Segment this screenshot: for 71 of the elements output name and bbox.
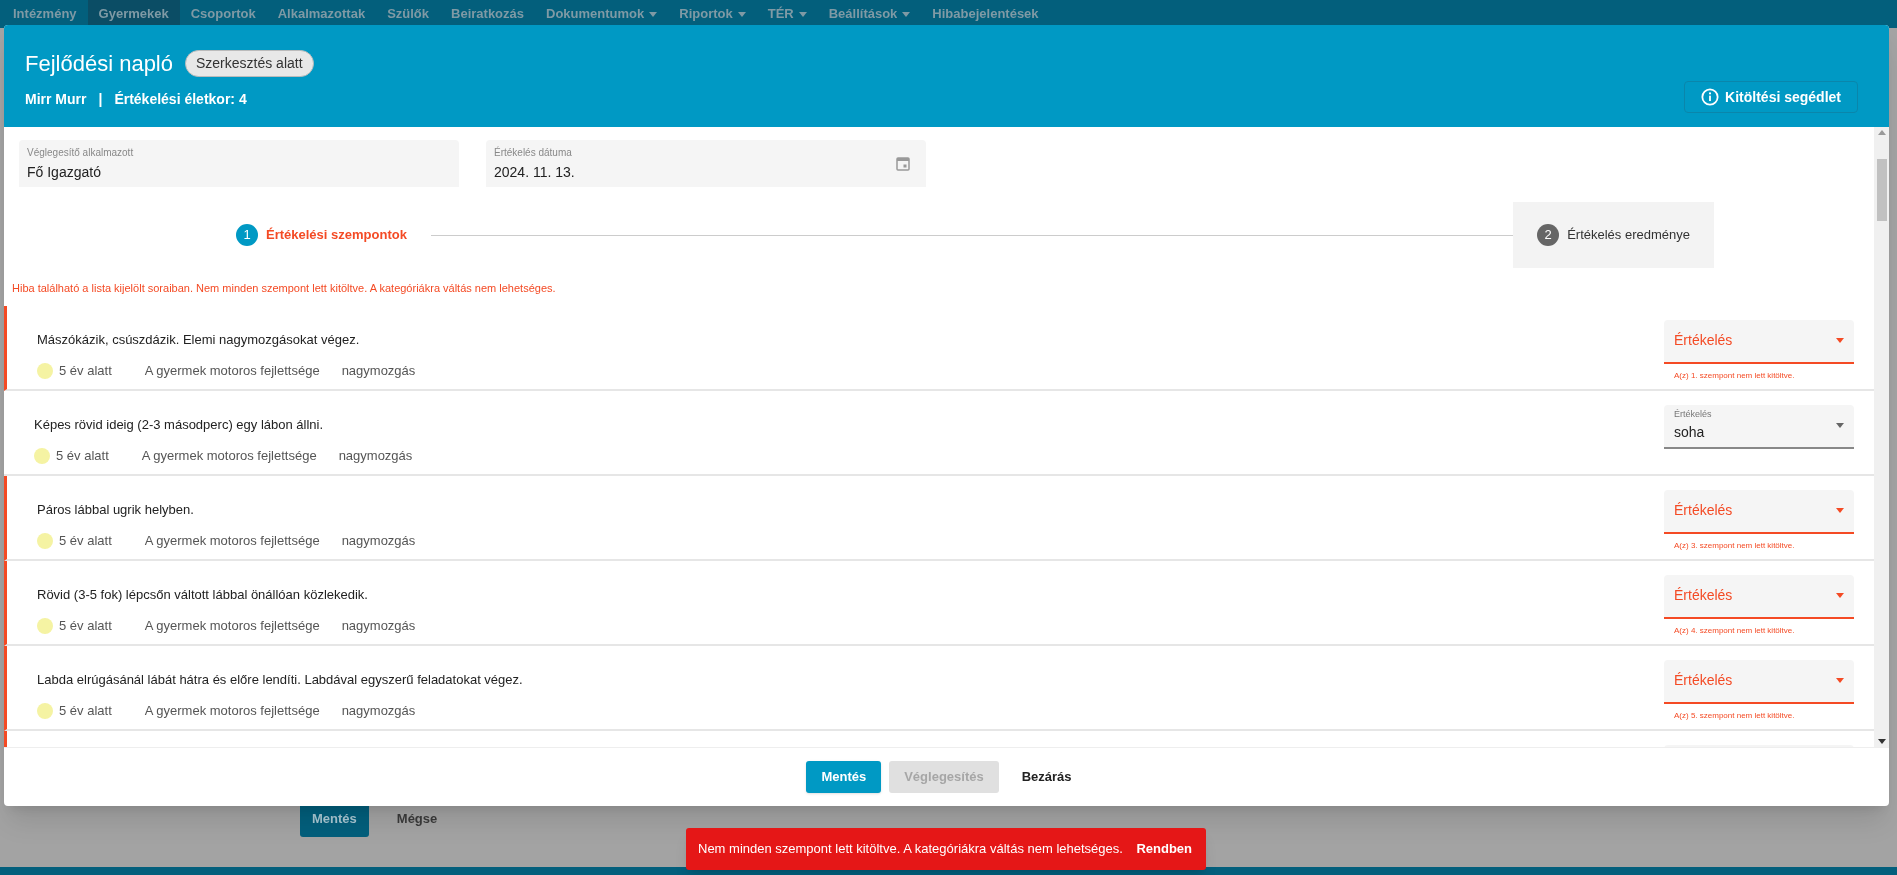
age-label: 5 év alatt	[59, 617, 112, 635]
snackbar-message: Nem minden szempont lett kitöltve. A kategóriákra váltás nem lehetséges.	[698, 840, 1123, 859]
area-label: A gyermek motoros fejlettsége	[144, 362, 320, 380]
helper-text: A(z) 5. szempont nem lett kitöltve.	[1673, 709, 1796, 722]
nav-tab[interactable]: Riportok	[668, 0, 757, 28]
rating-dropdown[interactable]: Értékelés soha	[1664, 404, 1854, 449]
caret-icon	[902, 11, 911, 17]
stepper-step[interactable]: 2 Értékelés eredménye	[1513, 202, 1714, 268]
ok-button[interactable]: Rendben	[1130, 839, 1198, 859]
help-button[interactable]: Kitöltési segédlet	[1684, 81, 1858, 113]
rating-dropdown[interactable]: Értékelés	[1664, 489, 1854, 534]
close-button[interactable]: Bezárás	[1006, 761, 1087, 793]
info-icon	[1701, 88, 1720, 106]
separator-text: |	[98, 90, 103, 109]
scroll-down-icon[interactable]	[1877, 739, 1886, 744]
scrollbar[interactable]	[1874, 127, 1889, 747]
date-field[interactable]: Értékelés dátuma 2024. 11. 13.	[486, 140, 926, 187]
rating-dropdown[interactable]: Értékelés	[1664, 319, 1854, 364]
nav-tab[interactable]: Intézmény	[2, 0, 88, 28]
error-message: Hiba található a lista kijelölt soraiban. Nem minden szempont lett kitöltve. A kategóriákra váltás nem lehetséges.	[11, 281, 557, 296]
criterion-text: Labda elrúgásánál lábát hátra és előre lendíti. Labdával egyszerű feladatokat végez.	[37, 670, 523, 689]
caret-icon	[649, 11, 658, 17]
criterion-text: Páros lábbal ugrik helyben.	[37, 500, 195, 519]
category-label: nagymozgás	[341, 362, 416, 380]
nav-tab[interactable]: Szülők	[376, 0, 441, 28]
criterion-text: Rövid (3-5 fok) lépcsőn váltott lábbal önállóan közlekedik.	[37, 585, 369, 604]
text-field[interactable]: Véglegesítő alkalmazott Fő Igazgató	[19, 140, 459, 187]
criterion-text: Mászókázik, csúszdázik. Elemi nagymozgásokat végez.	[37, 330, 361, 349]
area-label: A gyermek motoros fejlettsége	[144, 617, 320, 635]
caret-icon	[1836, 423, 1844, 428]
area-label: A gyermek motoros fejlettsége	[144, 702, 320, 720]
caret-icon	[737, 11, 746, 17]
age-label: 5 év alatt	[56, 447, 109, 465]
scroll-up-icon[interactable]	[1877, 130, 1886, 135]
helper-text: A(z) 3. szempont nem lett kitöltve.	[1673, 539, 1796, 552]
nav-tab[interactable]: TÉR	[756, 0, 818, 28]
nav-tab[interactable]: Beiratkozás	[440, 0, 535, 28]
area-label: A gyermek motoros fejlettsége	[144, 532, 320, 550]
scrollbar-thumb[interactable]	[1876, 158, 1887, 221]
caret-icon	[798, 11, 807, 17]
nav-tab[interactable]: Beállítások	[817, 0, 922, 28]
caret-icon	[1836, 678, 1844, 683]
rating-dropdown[interactable]: Értékelés	[1664, 574, 1854, 619]
status-badge: Szerkesztés alatt	[185, 50, 314, 77]
category-label: nagymozgás	[341, 532, 416, 550]
nav-tab[interactable]: Gyermekek	[87, 0, 180, 28]
age-label: 5 év alatt	[59, 532, 112, 550]
child-name: Mirr Murr	[25, 90, 87, 109]
nav-tab[interactable]: Hibabejelentések	[921, 0, 1050, 28]
stepper-step[interactable]: 1 Értékelési szempontok	[212, 202, 431, 268]
save-button[interactable]: Mentés	[806, 761, 882, 793]
helper-text: A(z) 4. szempont nem lett kitöltve.	[1673, 624, 1796, 637]
category-label: nagymozgás	[341, 617, 416, 635]
category-label: nagymozgás	[341, 702, 416, 720]
nav-tab[interactable]: Dokumentumok	[535, 0, 669, 28]
age-label: 5 év alatt	[59, 702, 112, 720]
age-text: Értékelési életkor: 4	[114, 90, 247, 109]
age-label: 5 év alatt	[59, 362, 112, 380]
rating-dropdown[interactable]: Értékelés	[1664, 659, 1854, 704]
calendar-icon[interactable]	[896, 156, 910, 171]
nav-tab[interactable]: Alkalmazottak	[266, 0, 377, 28]
area-label: A gyermek motoros fejlettsége	[141, 447, 317, 465]
criterion-text: Képes rövid ideig (2-3 másodperc) egy lábon állni.	[34, 415, 325, 434]
caret-icon	[1836, 508, 1844, 513]
cancel-button[interactable]: Mégse	[392, 801, 442, 837]
caret-icon	[1836, 593, 1844, 598]
category-label: nagymozgás	[338, 447, 413, 465]
helper-text: A(z) 1. szempont nem lett kitöltve.	[1673, 369, 1796, 382]
dialog-title: Fejlődési napló	[25, 50, 173, 78]
caret-icon	[1836, 338, 1844, 343]
nav-tab[interactable]: Csoportok	[179, 0, 267, 28]
